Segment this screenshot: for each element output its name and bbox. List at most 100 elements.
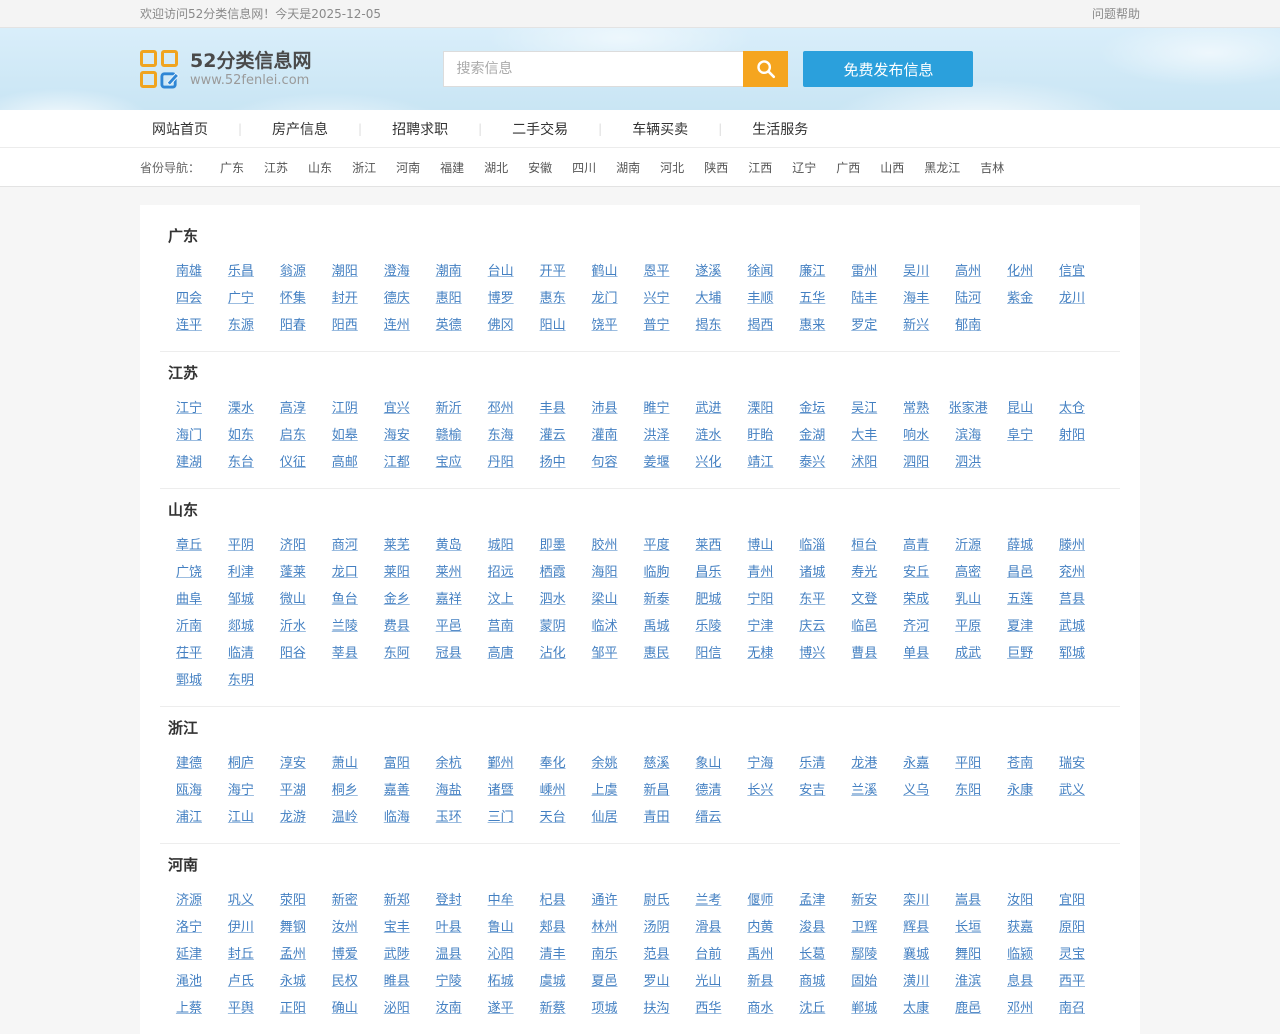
city-link[interactable]: 新沂 [436,397,462,416]
city-link[interactable]: 获嘉 [1007,916,1033,935]
city-link[interactable]: 睢宁 [643,397,669,416]
city-link[interactable]: 溧水 [228,397,254,416]
city-link[interactable]: 尉氏 [643,889,669,908]
city-link[interactable]: 翁源 [280,260,306,279]
city-link[interactable]: 灌南 [592,424,618,443]
city-link[interactable]: 商城 [799,970,825,989]
city-link[interactable]: 蒙阴 [540,615,566,634]
city-link[interactable]: 长垣 [955,916,981,935]
city-link[interactable]: 兖州 [1059,561,1085,580]
city-link[interactable]: 招远 [488,561,514,580]
search-button[interactable] [743,51,788,87]
city-link[interactable]: 沭阳 [851,451,877,470]
city-link[interactable]: 化州 [1007,260,1033,279]
city-link[interactable]: 东平 [799,588,825,607]
city-link[interactable]: 商水 [747,997,773,1016]
nav-item-1[interactable]: 网站首页 [152,119,208,139]
city-link[interactable]: 如东 [228,424,254,443]
city-link[interactable]: 新蔡 [540,997,566,1016]
city-link[interactable]: 台山 [488,260,514,279]
city-link[interactable]: 兰陵 [332,615,358,634]
city-link[interactable]: 郸城 [851,997,877,1016]
province-link[interactable]: 山东 [308,159,332,176]
city-link[interactable]: 武陟 [384,943,410,962]
city-link[interactable]: 临沭 [592,615,618,634]
city-link[interactable]: 鱼台 [332,588,358,607]
city-link[interactable]: 如皋 [332,424,358,443]
city-link[interactable]: 登封 [436,889,462,908]
city-link[interactable]: 慈溪 [643,752,669,771]
city-link[interactable]: 泗水 [540,588,566,607]
city-link[interactable]: 莱州 [436,561,462,580]
city-link[interactable]: 嘉善 [384,779,410,798]
city-link[interactable]: 丹阳 [488,451,514,470]
city-link[interactable]: 温县 [436,943,462,962]
city-link[interactable]: 民权 [332,970,358,989]
city-link[interactable]: 汝阳 [1007,889,1033,908]
city-link[interactable]: 潢川 [903,970,929,989]
city-link[interactable]: 齐河 [903,615,929,634]
city-link[interactable]: 张家港 [949,397,988,416]
city-link[interactable]: 徐闻 [747,260,773,279]
city-link[interactable]: 永康 [1007,779,1033,798]
city-link[interactable]: 平阴 [228,534,254,553]
search-input[interactable] [443,51,743,87]
city-link[interactable]: 莱阳 [384,561,410,580]
city-link[interactable]: 荣成 [903,588,929,607]
city-link[interactable]: 邓州 [1007,997,1033,1016]
city-link[interactable]: 阳信 [695,642,721,661]
province-link[interactable]: 黑龙江 [924,159,960,176]
city-link[interactable]: 东阳 [955,779,981,798]
city-link[interactable]: 瓯海 [176,779,202,798]
city-link[interactable]: 扶沟 [643,997,669,1016]
city-link[interactable]: 桐乡 [332,779,358,798]
city-link[interactable]: 新郑 [384,889,410,908]
city-link[interactable]: 兴宁 [643,287,669,306]
city-link[interactable]: 郏县 [540,916,566,935]
city-link[interactable]: 栖霞 [540,561,566,580]
city-link[interactable]: 潮阳 [332,260,358,279]
city-link[interactable]: 临颍 [1007,943,1033,962]
city-link[interactable]: 荥阳 [280,889,306,908]
city-link[interactable]: 连平 [176,314,202,333]
city-link[interactable]: 安吉 [799,779,825,798]
province-link[interactable]: 广西 [836,159,860,176]
city-link[interactable]: 莒县 [1059,588,1085,607]
city-link[interactable]: 禹城 [643,615,669,634]
city-link[interactable]: 滑县 [695,916,721,935]
city-link[interactable]: 武进 [695,397,721,416]
city-link[interactable]: 惠阳 [436,287,462,306]
city-link[interactable]: 廉江 [799,260,825,279]
city-link[interactable]: 林州 [592,916,618,935]
city-link[interactable]: 博罗 [488,287,514,306]
city-link[interactable]: 雷州 [851,260,877,279]
city-link[interactable]: 即墨 [540,534,566,553]
nav-item-2[interactable]: 房产信息 [272,119,328,139]
city-link[interactable]: 孟津 [799,889,825,908]
city-link[interactable]: 单县 [903,642,929,661]
city-link[interactable]: 缙云 [695,806,721,825]
city-link[interactable]: 阳谷 [280,642,306,661]
city-link[interactable]: 信宜 [1059,260,1085,279]
province-link[interactable]: 湖南 [616,159,640,176]
city-link[interactable]: 长葛 [799,943,825,962]
city-link[interactable]: 新兴 [903,314,929,333]
city-link[interactable]: 郁南 [955,314,981,333]
city-link[interactable]: 大埔 [695,287,721,306]
city-link[interactable]: 博兴 [799,642,825,661]
city-link[interactable]: 邹城 [228,588,254,607]
city-link[interactable]: 四会 [176,287,202,306]
city-link[interactable]: 建德 [176,752,202,771]
city-link[interactable]: 启东 [280,424,306,443]
city-link[interactable]: 光山 [695,970,721,989]
publish-button[interactable]: 免费发布信息 [803,51,973,87]
city-link[interactable]: 诸城 [799,561,825,580]
city-link[interactable]: 新安 [851,889,877,908]
city-link[interactable]: 章丘 [176,534,202,553]
city-link[interactable]: 宁陵 [436,970,462,989]
city-link[interactable]: 罗定 [851,314,877,333]
city-link[interactable]: 永嘉 [903,752,929,771]
city-link[interactable]: 丰县 [540,397,566,416]
city-link[interactable]: 沈丘 [799,997,825,1016]
city-link[interactable]: 仙居 [592,806,618,825]
